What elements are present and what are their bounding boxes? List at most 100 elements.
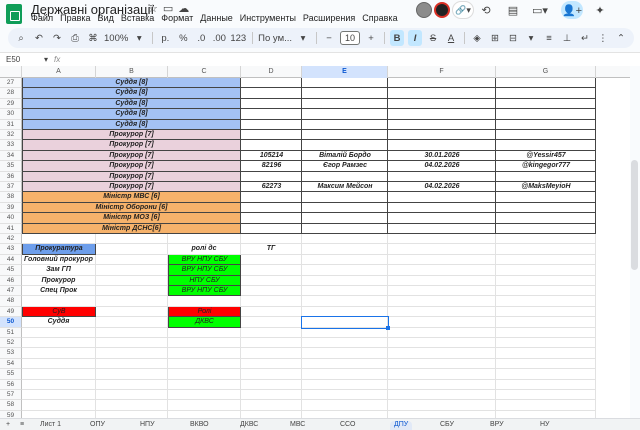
font-size-input[interactable]: 10 xyxy=(340,31,361,45)
record-cell[interactable] xyxy=(496,223,596,234)
record-cell[interactable] xyxy=(241,130,302,141)
decrease-decimal-button[interactable]: .0 xyxy=(194,30,208,46)
row-header-32[interactable]: 32 xyxy=(0,130,22,141)
role-block-cell[interactable]: Міністр ДСНС[6] xyxy=(22,223,241,234)
redo-icon[interactable]: ↷ xyxy=(50,30,64,46)
grid-cell[interactable] xyxy=(496,296,596,307)
grid-cell[interactable] xyxy=(302,244,388,255)
menu-help[interactable]: Справка xyxy=(362,13,397,23)
record-name[interactable]: Віталій Бордо xyxy=(302,151,388,161)
record-cell[interactable] xyxy=(302,202,388,214)
record-cell[interactable] xyxy=(241,192,302,203)
role-block-cell[interactable]: Прокурор [7] xyxy=(22,140,241,151)
chevron-down-icon[interactable]: ▾ xyxy=(132,30,146,46)
record-cell[interactable] xyxy=(496,192,596,203)
role-access[interactable]: ВРУ НПУ СБУ xyxy=(168,265,241,276)
judge-label[interactable]: Суддя xyxy=(22,317,96,328)
grid-cell[interactable] xyxy=(302,390,388,401)
grid-cell[interactable] xyxy=(302,265,388,276)
grid-cell[interactable] xyxy=(302,286,388,297)
grid-cell[interactable] xyxy=(388,338,496,349)
record-cell[interactable] xyxy=(496,109,596,120)
grid-cell[interactable] xyxy=(496,265,596,276)
row-header-42[interactable]: 42 xyxy=(0,234,22,245)
sheet-tab-1[interactable]: ОПУ xyxy=(90,421,105,430)
comments-icon[interactable]: ▤ xyxy=(505,1,521,19)
role-block-cell[interactable]: Міністр МОЗ [6] xyxy=(22,213,241,224)
row-header-52[interactable]: 52 xyxy=(0,338,22,349)
record-cell[interactable] xyxy=(388,202,496,214)
grid-cell[interactable] xyxy=(96,296,168,307)
record-cell[interactable] xyxy=(388,223,496,234)
grid-cell[interactable] xyxy=(496,410,596,418)
grid-cell[interactable] xyxy=(22,390,96,401)
grid-cell[interactable] xyxy=(388,390,496,401)
fill-handle[interactable] xyxy=(386,325,390,330)
role-block-cell[interactable]: Прокурор [7] xyxy=(22,171,241,182)
grid-cell[interactable] xyxy=(496,327,596,338)
record-id[interactable]: 105214 xyxy=(241,151,302,161)
row-header-53[interactable]: 53 xyxy=(0,348,22,359)
telegram-header[interactable]: ТГ xyxy=(241,244,302,255)
record-name[interactable]: Максим Мейсон xyxy=(302,182,388,192)
grid-cell[interactable] xyxy=(22,234,96,245)
row-header-28[interactable]: 28 xyxy=(0,88,22,99)
record-cell[interactable] xyxy=(496,171,596,182)
record-cell[interactable] xyxy=(496,98,596,110)
italic-button[interactable]: I xyxy=(408,30,423,46)
record-cell[interactable] xyxy=(496,130,596,141)
row-header-50[interactable]: 50 xyxy=(0,317,22,328)
decrease-font-icon[interactable]: − xyxy=(322,30,336,46)
court-roles[interactable]: Ролі xyxy=(168,306,241,318)
text-wrap-icon[interactable]: ↵ xyxy=(578,30,592,46)
row-header-44[interactable]: 44 xyxy=(0,254,22,266)
grid-cell[interactable] xyxy=(22,338,96,349)
record-cell[interactable] xyxy=(302,223,388,234)
record-cell[interactable] xyxy=(496,78,596,89)
grid-cell[interactable] xyxy=(168,358,241,370)
role-block-cell[interactable]: Прокурор [7] xyxy=(22,150,241,162)
add-sheet-icon[interactable]: + xyxy=(6,421,10,430)
record-cell[interactable] xyxy=(302,213,388,224)
record-cell[interactable] xyxy=(241,119,302,130)
record-id[interactable]: 82196 xyxy=(241,161,302,171)
row-header-47[interactable]: 47 xyxy=(0,286,22,297)
record-cell[interactable] xyxy=(388,192,496,203)
column-header-f[interactable]: F xyxy=(388,66,496,78)
font-select[interactable]: По ум... xyxy=(258,30,292,46)
sheet-tab-2[interactable]: НПУ xyxy=(140,421,155,430)
grid-cell[interactable] xyxy=(496,379,596,390)
menu-file[interactable]: Файл xyxy=(31,13,53,23)
menu-view[interactable]: Вид xyxy=(98,13,114,23)
column-header-d[interactable]: D xyxy=(241,66,302,78)
row-header-31[interactable]: 31 xyxy=(0,119,22,130)
grid-cell[interactable] xyxy=(496,244,596,255)
menu-extensions[interactable]: Расширения xyxy=(303,13,355,23)
grid-cell[interactable] xyxy=(302,234,388,245)
grid-cell[interactable] xyxy=(96,275,168,286)
row-header-48[interactable]: 48 xyxy=(0,296,22,307)
row-header-45[interactable]: 45 xyxy=(0,265,22,276)
row-header-33[interactable]: 33 xyxy=(0,140,22,151)
grid-cell[interactable] xyxy=(388,275,496,286)
grid-cell[interactable] xyxy=(302,254,388,266)
sheet-tab-4[interactable]: ДКВС xyxy=(240,421,258,430)
record-cell[interactable] xyxy=(388,98,496,110)
grid-cell[interactable] xyxy=(96,358,168,370)
grid-cell[interactable] xyxy=(96,338,168,349)
grid-cell[interactable] xyxy=(96,234,168,245)
record-cell[interactable] xyxy=(241,109,302,120)
row-header-30[interactable]: 30 xyxy=(0,109,22,120)
share-button[interactable]: 👤+ xyxy=(561,1,583,19)
grid-cell[interactable] xyxy=(496,317,596,328)
paint-format-icon[interactable]: ⌘ xyxy=(86,30,100,46)
grid-cell[interactable] xyxy=(388,369,496,380)
row-header-41[interactable]: 41 xyxy=(0,223,22,234)
grid-cell[interactable] xyxy=(241,234,302,245)
grid-cell[interactable] xyxy=(496,348,596,359)
grid-cell[interactable] xyxy=(96,265,168,276)
court-label[interactable]: СуВ xyxy=(22,306,96,318)
role-access[interactable]: ВРУ НПУ СБУ xyxy=(168,286,241,297)
record-id[interactable]: 62273 xyxy=(241,182,302,192)
grid-cell[interactable] xyxy=(241,275,302,286)
